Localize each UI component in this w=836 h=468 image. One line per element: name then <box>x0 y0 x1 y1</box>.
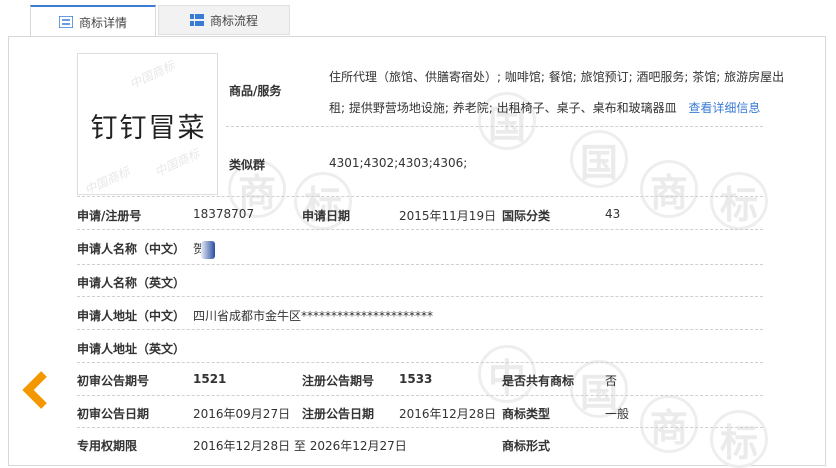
reg-no-label: 申请/注册号 <box>77 209 142 223</box>
prelim-date-label: 初审公告日期 <box>77 407 150 421</box>
view-details-link[interactable]: 查看详细信息 <box>688 101 760 115</box>
watermark: 商 <box>640 395 698 453</box>
valid-period-label: 专用权期限 <box>77 439 138 453</box>
type-value: 一般 <box>605 407 630 421</box>
divider <box>77 395 763 396</box>
watermark: 标 <box>710 410 768 468</box>
applicant-cn-label: 申请人名称（中文） <box>77 242 186 256</box>
apply-date-value: 2015年11月19日 <box>399 209 497 223</box>
divider <box>77 362 763 363</box>
reg-pub-no-label: 注册公告期号 <box>302 374 375 388</box>
tab-trademark-details[interactable]: 商标详情 <box>30 5 156 37</box>
tab-bar: 商标详情 商标流程 <box>0 0 836 37</box>
reg-pub-date-label: 注册公告日期 <box>302 407 375 421</box>
reg-no-value: 18378707 <box>193 207 255 221</box>
tab-label: 商标流程 <box>209 13 258 28</box>
applicant-en-label: 申请人名称（英文） <box>77 276 186 290</box>
redaction-mark <box>201 240 216 259</box>
shared-value: 否 <box>605 374 618 388</box>
similar-group-value: 4301;4302;4303;4306; <box>329 156 468 170</box>
valid-period-value: 2016年12月28日 至 2026年12月27日 <box>193 439 407 453</box>
address-cn-label: 申请人地址（中文） <box>77 309 186 323</box>
tab-trademark-process[interactable]: 商标流程 <box>158 5 290 35</box>
prev-arrow-icon[interactable] <box>20 370 50 410</box>
divider <box>77 296 763 297</box>
apply-date-label: 申请日期 <box>302 209 351 223</box>
divider <box>77 229 763 230</box>
reg-pub-no-value: 1533 <box>399 372 433 386</box>
logo-watermark: 中国商标 <box>127 58 177 92</box>
goods-line2: 租; 提供野营场地设施; 养老院; 出租椅子、桌子、桌布和玻璃器皿 查看详细信息 <box>329 99 760 116</box>
watermark: 标 <box>710 172 768 230</box>
intl-class-label: 国际分类 <box>502 209 551 223</box>
divider <box>77 427 763 428</box>
divider <box>77 196 763 197</box>
prelim-no-label: 初审公告期号 <box>77 374 150 388</box>
trademark-text: 钉钉冒菜 <box>90 113 207 144</box>
logo-watermark: 中国商标 <box>152 146 202 180</box>
watermark: 商 <box>640 160 698 218</box>
list-icon <box>58 16 73 28</box>
shared-label: 是否共有商标 <box>502 374 575 388</box>
divider <box>77 329 763 330</box>
address-en-label: 申请人地址（英文） <box>77 342 186 356</box>
prelim-date-value: 2016年09月27日 <box>193 407 291 421</box>
applicant-cn-value: 贺 <box>193 240 216 259</box>
type-label: 商标类型 <box>502 407 551 421</box>
prelim-no-value: 1521 <box>193 372 227 386</box>
goods-line1: 住所代理（旅馆、供膳寄宿处）; 咖啡馆; 餐馆; 旅馆预订; 酒吧服务; 茶馆;… <box>329 70 785 84</box>
form-label: 商标形式 <box>502 439 551 453</box>
trademark-image: 中国商标 中国商标 中国商标 钉钉冒菜 <box>77 53 218 195</box>
watermark: 国 <box>570 130 628 188</box>
intl-class-value: 43 <box>605 207 621 221</box>
divider <box>77 264 763 265</box>
reg-pub-date-value: 2016年12月28日 <box>399 407 497 421</box>
address-cn-value: 四川省成都市金牛区********************** <box>193 309 434 323</box>
tab-label: 商标详情 <box>78 15 127 30</box>
logo-watermark: 中国商标 <box>82 164 132 195</box>
grid-icon <box>189 14 204 26</box>
divider <box>226 126 763 127</box>
similar-group-label: 类似群 <box>229 158 266 172</box>
goods-line2-text: 租; 提供野营场地设施; 养老院; 出租椅子、桌子、桌布和玻璃器皿 <box>329 101 677 115</box>
goods-label: 商品/服务 <box>229 84 282 98</box>
